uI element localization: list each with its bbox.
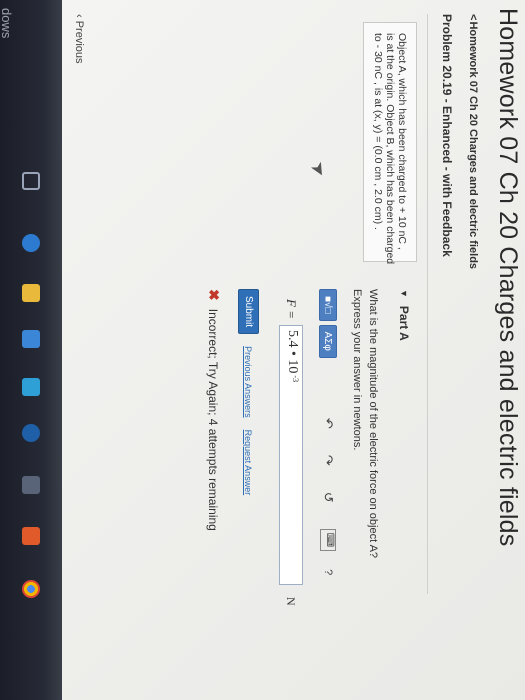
submit-row: Submit Previous Answers Request Answer: [238, 289, 259, 669]
breadcrumb[interactable]: <Homework 07 Ch 20 Charges and electric …: [467, 14, 479, 686]
store-icon[interactable]: [22, 330, 40, 348]
collapse-triangle-icon[interactable]: ▼: [399, 289, 409, 298]
math-toolbar: ■√□ AΣφ ↶ ↷ ↺ ⌨ ?: [319, 289, 337, 669]
left-column: Object A, which has been charged to + 10…: [205, 14, 417, 269]
problem-line-2: is at the origin. Object B, which has be…: [384, 33, 396, 265]
media-icon[interactable]: [22, 424, 40, 442]
previous-link[interactable]: ‹ Previous: [73, 14, 85, 64]
answer-unit: N: [284, 597, 299, 606]
feedback-message: ✖ Incorrect; Try Again; 4 attempts remai…: [205, 289, 222, 669]
file-explorer-icon[interactable]: [22, 284, 40, 302]
reset-icon[interactable]: ↺: [320, 492, 336, 503]
instruction-text: Express your answer in newtons.: [351, 289, 363, 451]
submit-button[interactable]: Submit: [238, 289, 259, 335]
divider: [427, 14, 428, 594]
page-title: Homework 07 Ch 20 Charges and electric f…: [494, 8, 522, 547]
main-content: Object A, which has been charged to + 10…: [205, 14, 417, 686]
toolbar-icons: ↶ ↷ ↺ ⌨: [320, 418, 336, 552]
windows-taskbar: dows: [0, 0, 62, 700]
answer-variable: F =: [284, 299, 299, 319]
answer-exponent: -3: [291, 375, 300, 383]
keyboard-icon[interactable]: ⌨: [320, 528, 336, 552]
part-a-header[interactable]: ▼ Part A: [397, 289, 411, 669]
mouse-cursor-icon: ➤: [306, 157, 332, 181]
help-icon[interactable]: ?: [322, 569, 334, 575]
app-icon[interactable]: [22, 378, 40, 396]
answer-value: 5.4 • 10: [285, 330, 300, 374]
previous-answers-link[interactable]: Previous Answers: [244, 346, 254, 418]
symbols-button[interactable]: AΣφ: [319, 324, 337, 358]
office-icon[interactable]: [22, 527, 40, 545]
right-column: ▼ Part A What is the magnitude of the el…: [205, 269, 417, 669]
rotated-content: Homework 07 Ch 20 Charges and electric f…: [62, 0, 525, 700]
breadcrumb-label: Homework 07 Ch 20 Charges and electric f…: [467, 21, 479, 270]
problem-line-3: to - 30 nC , is at (x, y) = (0.0 cm , 2.…: [372, 33, 384, 230]
network-icon[interactable]: [22, 476, 40, 494]
edge-browser-icon[interactable]: [22, 234, 40, 252]
browser-page: Homework 07 Ch 20 Charges and electric f…: [62, 0, 525, 700]
templates-button[interactable]: ■√□: [319, 289, 337, 321]
answer-input[interactable]: 5.4 • 10 -3: [279, 325, 303, 585]
question-text: What is the magnitude of the electric fo…: [367, 289, 379, 559]
taskbar-label: dows: [0, 8, 14, 39]
part-label: Part A: [397, 305, 411, 341]
redo-icon[interactable]: ↷: [320, 455, 336, 466]
answer-row: F = 5.4 • 10 -3 N: [279, 289, 303, 669]
problem-line-1: Object A, which has been charged to + 10…: [396, 33, 408, 250]
incorrect-x-icon: ✖: [206, 289, 222, 301]
feedback-text: Incorrect; Try Again; 4 attempts remaini…: [206, 308, 221, 531]
task-view-icon[interactable]: [22, 172, 40, 190]
request-answer-link[interactable]: Request Answer: [244, 430, 254, 496]
problem-statement: Object A, which has been charged to + 10…: [363, 22, 417, 265]
undo-icon[interactable]: ↶: [320, 418, 336, 429]
chrome-icon[interactable]: [22, 580, 40, 598]
problem-title: Problem 20.19 - Enhanced - with Feedback: [440, 14, 454, 257]
